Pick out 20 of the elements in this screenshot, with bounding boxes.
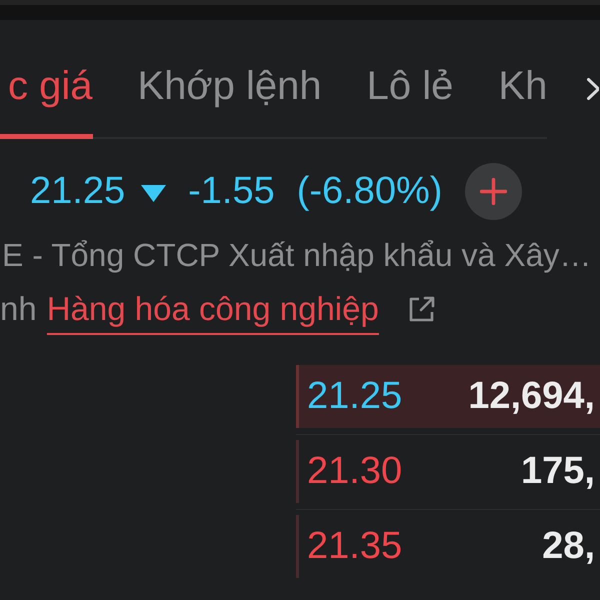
order-volume: 12,694, xyxy=(468,375,596,418)
down-triangle-icon xyxy=(141,185,166,202)
tab[interactable]: Kh xyxy=(498,63,548,139)
plus-icon xyxy=(480,178,508,205)
tab[interactable]: Khớp lệnh xyxy=(138,63,322,139)
external-link-icon[interactable] xyxy=(406,295,436,324)
tab[interactable]: c giá xyxy=(0,63,92,139)
industry-link[interactable]: Hàng hóa công nghiệp xyxy=(46,289,379,335)
order-price: 21.35 xyxy=(306,525,402,568)
price-text: 21.25 xyxy=(30,170,126,213)
order-volume: 175, xyxy=(521,450,596,493)
chevron-right-icon[interactable] xyxy=(587,78,600,100)
order-price: 21.30 xyxy=(306,450,402,493)
change-percent-text: (-6.80%) xyxy=(296,170,442,213)
order-price: 21.25 xyxy=(306,375,402,418)
industry-label: nh xyxy=(0,289,37,329)
order-volume: 28, xyxy=(542,525,596,568)
change-text: -1.55 xyxy=(188,170,275,213)
company-name: E - Tổng CTCP Xuất nhập khẩu và Xây… xyxy=(1,236,592,275)
tab[interactable]: Lô lẻ xyxy=(366,63,454,139)
